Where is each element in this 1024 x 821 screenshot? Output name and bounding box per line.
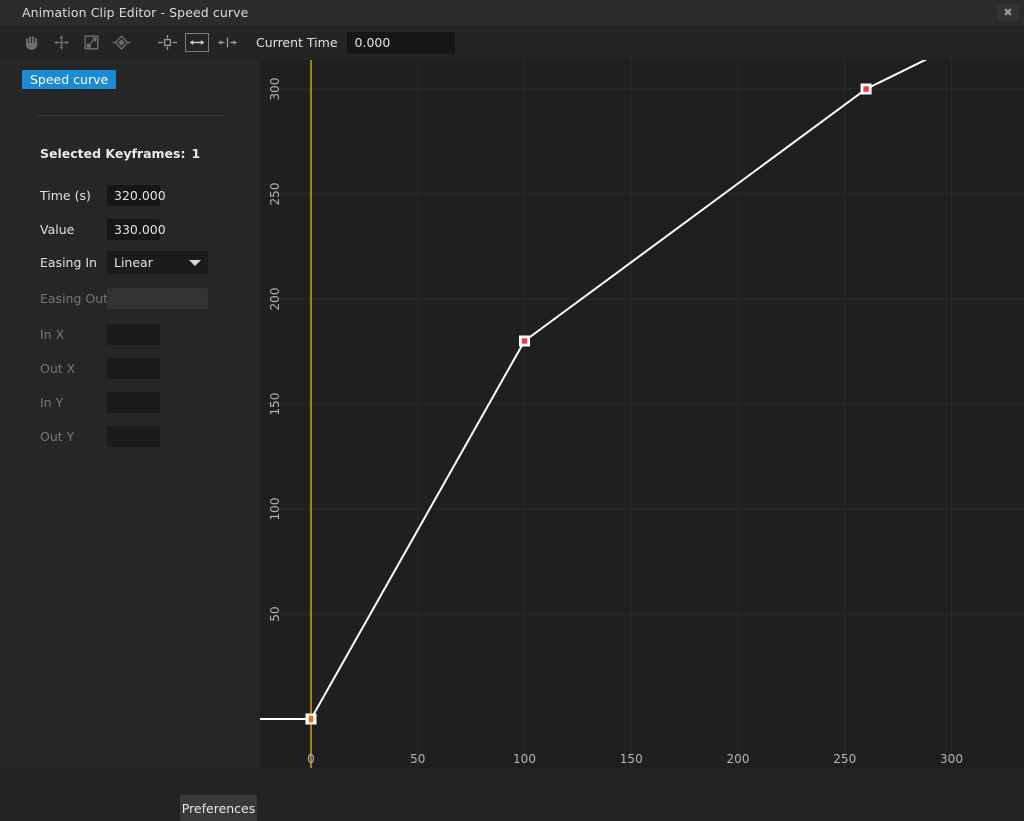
x-axis-tick-label: 150 (620, 752, 643, 766)
keyframe-active-marker (309, 716, 313, 723)
field-row-time-s: Time (s)320.000 (40, 184, 160, 206)
field-input-out-x (107, 358, 160, 379)
editor-toolbar: Current Time 0.000 (0, 25, 1024, 60)
x-axis-tick-label: 100 (513, 752, 536, 766)
x-axis-tick-label: 50 (410, 752, 425, 766)
y-axis-tick-label: 200 (268, 288, 282, 311)
field-select-value-easing-in: Linear (114, 255, 153, 270)
field-input-value[interactable]: 330.000 (107, 219, 160, 240)
field-row-easing-in: Easing In Linear (40, 251, 208, 273)
x-axis-tick-label: 200 (727, 752, 750, 766)
current-time-label: Current Time (256, 35, 338, 50)
selected-keyframes-row: Selected Keyframes: 1 (40, 146, 200, 161)
keyframe-handle[interactable] (519, 336, 530, 347)
keyframe-selected-marker (522, 338, 527, 343)
fit-horizontal-icon[interactable] (185, 33, 209, 52)
curve-canvas (260, 60, 1024, 768)
close-icon[interactable]: ✖ (997, 4, 1019, 21)
field-label-out-x: Out X (40, 361, 107, 376)
field-row-out-x: Out X (40, 357, 160, 379)
field-label-value: Value (40, 222, 107, 237)
grid-lines (260, 60, 1024, 768)
y-axis-tick-label: 300 (268, 78, 282, 101)
toolbar-left-pad (0, 42, 16, 43)
y-axis-tick-label: 250 (268, 183, 282, 206)
field-label-out-y: Out Y (40, 429, 107, 444)
panel-divider (36, 115, 224, 116)
field-label-in-y: In Y (40, 395, 107, 410)
field-input-easing-out (107, 288, 208, 309)
properties-panel: Speed curve Selected Keyframes: 1 Time (s… (0, 60, 260, 768)
window-title: Animation Clip Editor - Speed curve (22, 5, 248, 20)
speed-curve-chart[interactable]: 0 50 100 150 200 250 300 50 100 150 200 250 300 (260, 60, 1024, 768)
preferences-button[interactable]: Preferences (180, 795, 257, 821)
field-row-value: Value330.000 (40, 218, 160, 240)
y-axis-tick-label: 100 (268, 498, 282, 521)
field-row-out-y: Out Y (40, 425, 160, 447)
field-row-easing-out: Easing Out (40, 287, 208, 309)
keyframe-diamond-icon[interactable] (106, 29, 136, 57)
y-axis-tick-label: 150 (268, 393, 282, 416)
tab-speed-curve[interactable]: Speed curve (22, 70, 116, 89)
selected-keyframes-label: Selected Keyframes: (40, 146, 185, 161)
window-titlebar: Animation Clip Editor - Speed curve ✖ (0, 0, 1024, 25)
field-input-time-s[interactable]: 320.000 (107, 185, 160, 206)
keyframe-selected-marker (863, 86, 868, 91)
field-row-in-x: In X (40, 323, 160, 345)
x-axis-tick-label: 300 (940, 752, 963, 766)
pan-hand-icon[interactable] (16, 29, 46, 57)
selected-keyframes-count: 1 (191, 146, 200, 161)
move-arrows-icon[interactable] (46, 29, 76, 57)
center-crosshair-icon[interactable] (152, 29, 182, 57)
field-label-in-x: In X (40, 327, 107, 342)
field-input-in-y (107, 392, 160, 413)
x-axis-tick-label: 0 (307, 752, 315, 766)
field-input-in-x (107, 324, 160, 345)
field-label-easing-in: Easing In (40, 255, 107, 270)
scale-box-icon[interactable] (76, 29, 106, 57)
field-select-easing-in[interactable]: Linear (107, 251, 208, 274)
speed-curve-path[interactable] (260, 60, 1024, 719)
field-input-out-y (107, 426, 160, 447)
x-axis-tick-label: 250 (833, 752, 856, 766)
field-label-time-s: Time (s) (40, 188, 107, 203)
spread-keys-icon[interactable] (212, 29, 242, 57)
field-row-in-y: In Y (40, 391, 160, 413)
toolbar-group-gap (136, 42, 152, 43)
current-time-input[interactable]: 0.000 (347, 32, 455, 54)
chevron-down-icon[interactable] (189, 260, 201, 266)
keyframe-handle[interactable] (306, 714, 317, 725)
keyframe-handle[interactable] (861, 84, 872, 95)
field-label-easing-out: Easing Out (40, 291, 107, 306)
y-axis-tick-label: 50 (268, 606, 282, 621)
